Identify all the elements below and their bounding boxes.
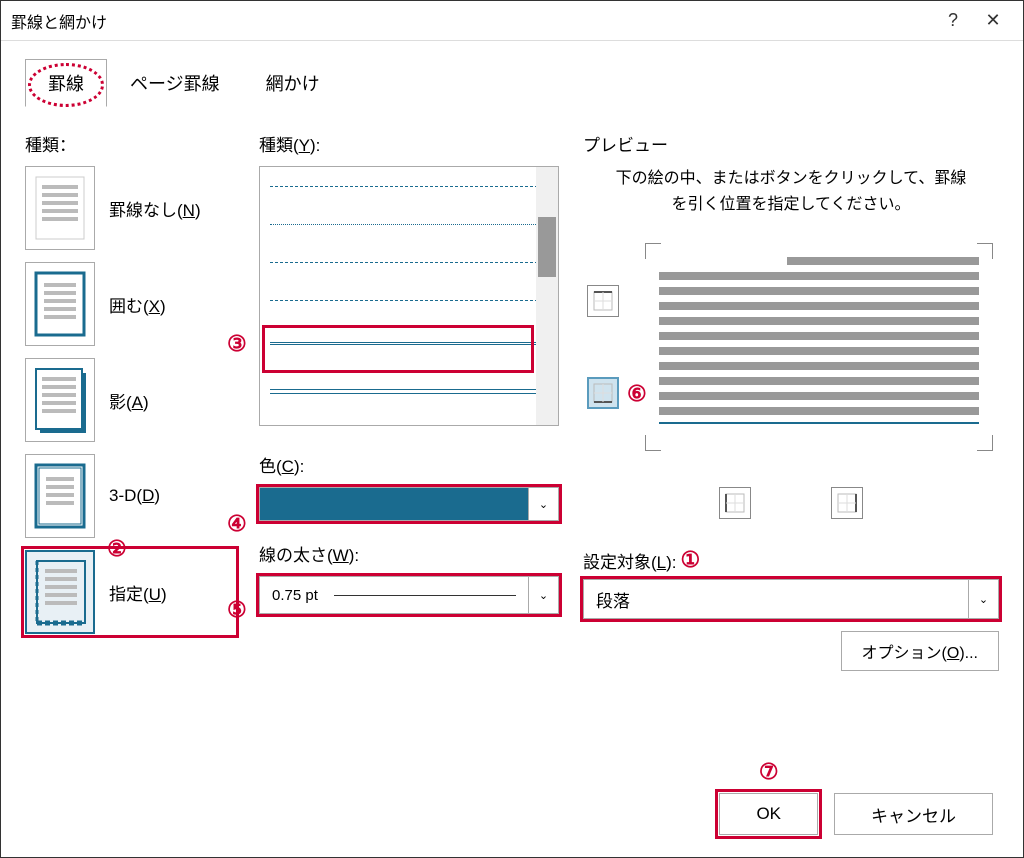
- border-right-icon: [836, 492, 858, 514]
- preview-top-border-button[interactable]: [587, 285, 619, 317]
- custom-icon: [33, 557, 87, 627]
- preview-left-border-button[interactable]: [719, 487, 751, 519]
- apply-to-value: 段落: [596, 587, 956, 612]
- color-dropdown[interactable]: ⌄: [529, 487, 559, 521]
- window-title: 罫線と網かけ: [11, 9, 933, 33]
- callout-3: ③: [227, 331, 247, 357]
- setting-box[interactable]: [25, 262, 95, 346]
- setting-none-label: 罫線なし(N): [109, 196, 201, 221]
- border-top-icon: [592, 290, 614, 312]
- options-button[interactable]: オプション(O)...: [841, 631, 999, 671]
- close-button[interactable]: ✕: [973, 10, 1013, 31]
- titlebar: 罫線と網かけ ? ✕: [1, 1, 1023, 41]
- setting-box-label: 囲む(X): [109, 292, 166, 317]
- shadow-icon: [32, 365, 88, 435]
- scroll-thumb[interactable]: [538, 217, 556, 277]
- width-sample-line: [334, 595, 516, 596]
- none-icon: [32, 173, 88, 243]
- preview-hint: 下の絵の中、またはボタンをクリックして、罫線を引く位置を指定してください。: [613, 166, 969, 217]
- callout-5: ⑤: [227, 597, 247, 623]
- width-combo[interactable]: 0.75 pt: [259, 576, 529, 614]
- cancel-button[interactable]: キャンセル: [834, 793, 993, 835]
- callout-2: ②: [107, 536, 127, 562]
- setting-heading: 種類：: [25, 131, 235, 156]
- setting-3d[interactable]: [25, 454, 95, 538]
- setting-3d-label: 3-D(D): [109, 486, 160, 506]
- scrollbar[interactable]: [536, 167, 558, 425]
- tab-shading[interactable]: 網かけ: [243, 59, 343, 107]
- apply-to-dropdown[interactable]: ⌄: [969, 579, 999, 619]
- callout-4: ④: [227, 511, 247, 537]
- width-heading: 線の太さ(W):: [259, 541, 559, 566]
- apply-to-select[interactable]: 段落: [583, 579, 969, 619]
- width-value: 0.75 pt: [272, 587, 318, 604]
- setting-none[interactable]: [25, 166, 95, 250]
- border-left-icon: [724, 492, 746, 514]
- 3d-icon: [32, 461, 88, 531]
- callout-7: ⑦: [759, 759, 779, 785]
- setting-shadow[interactable]: [25, 358, 95, 442]
- setting-custom[interactable]: [25, 550, 95, 634]
- help-button[interactable]: ?: [933, 10, 973, 31]
- setting-custom-label: 指定(U): [109, 580, 167, 605]
- preview-heading: プレビュー: [583, 131, 999, 156]
- tab-page-border[interactable]: ページ罫線: [107, 59, 243, 107]
- preview-right-border-button[interactable]: [831, 487, 863, 519]
- style-listbox[interactable]: [259, 166, 559, 426]
- ok-button[interactable]: OK: [719, 793, 818, 835]
- width-dropdown[interactable]: ⌄: [529, 576, 559, 614]
- tab-bar: 罫線 ページ罫線 網かけ: [1, 41, 1023, 107]
- border-bottom-icon: [592, 382, 614, 404]
- preview-document[interactable]: [639, 237, 999, 457]
- box-icon: [32, 269, 88, 339]
- setting-shadow-label: 影(A): [109, 388, 149, 413]
- color-heading: 色(C):: [259, 452, 559, 477]
- apply-to-label: 設定対象(L):: [583, 548, 677, 573]
- color-swatch[interactable]: [259, 487, 529, 521]
- preview-bottom-border-button[interactable]: [587, 377, 619, 409]
- callout-1: ①: [681, 547, 701, 573]
- callout-6: ⑥: [627, 381, 647, 407]
- dialog-footer: ⑦ OK キャンセル: [719, 793, 993, 835]
- tab-borders[interactable]: 罫線: [25, 59, 107, 107]
- style-heading: 種類(Y):: [259, 131, 559, 156]
